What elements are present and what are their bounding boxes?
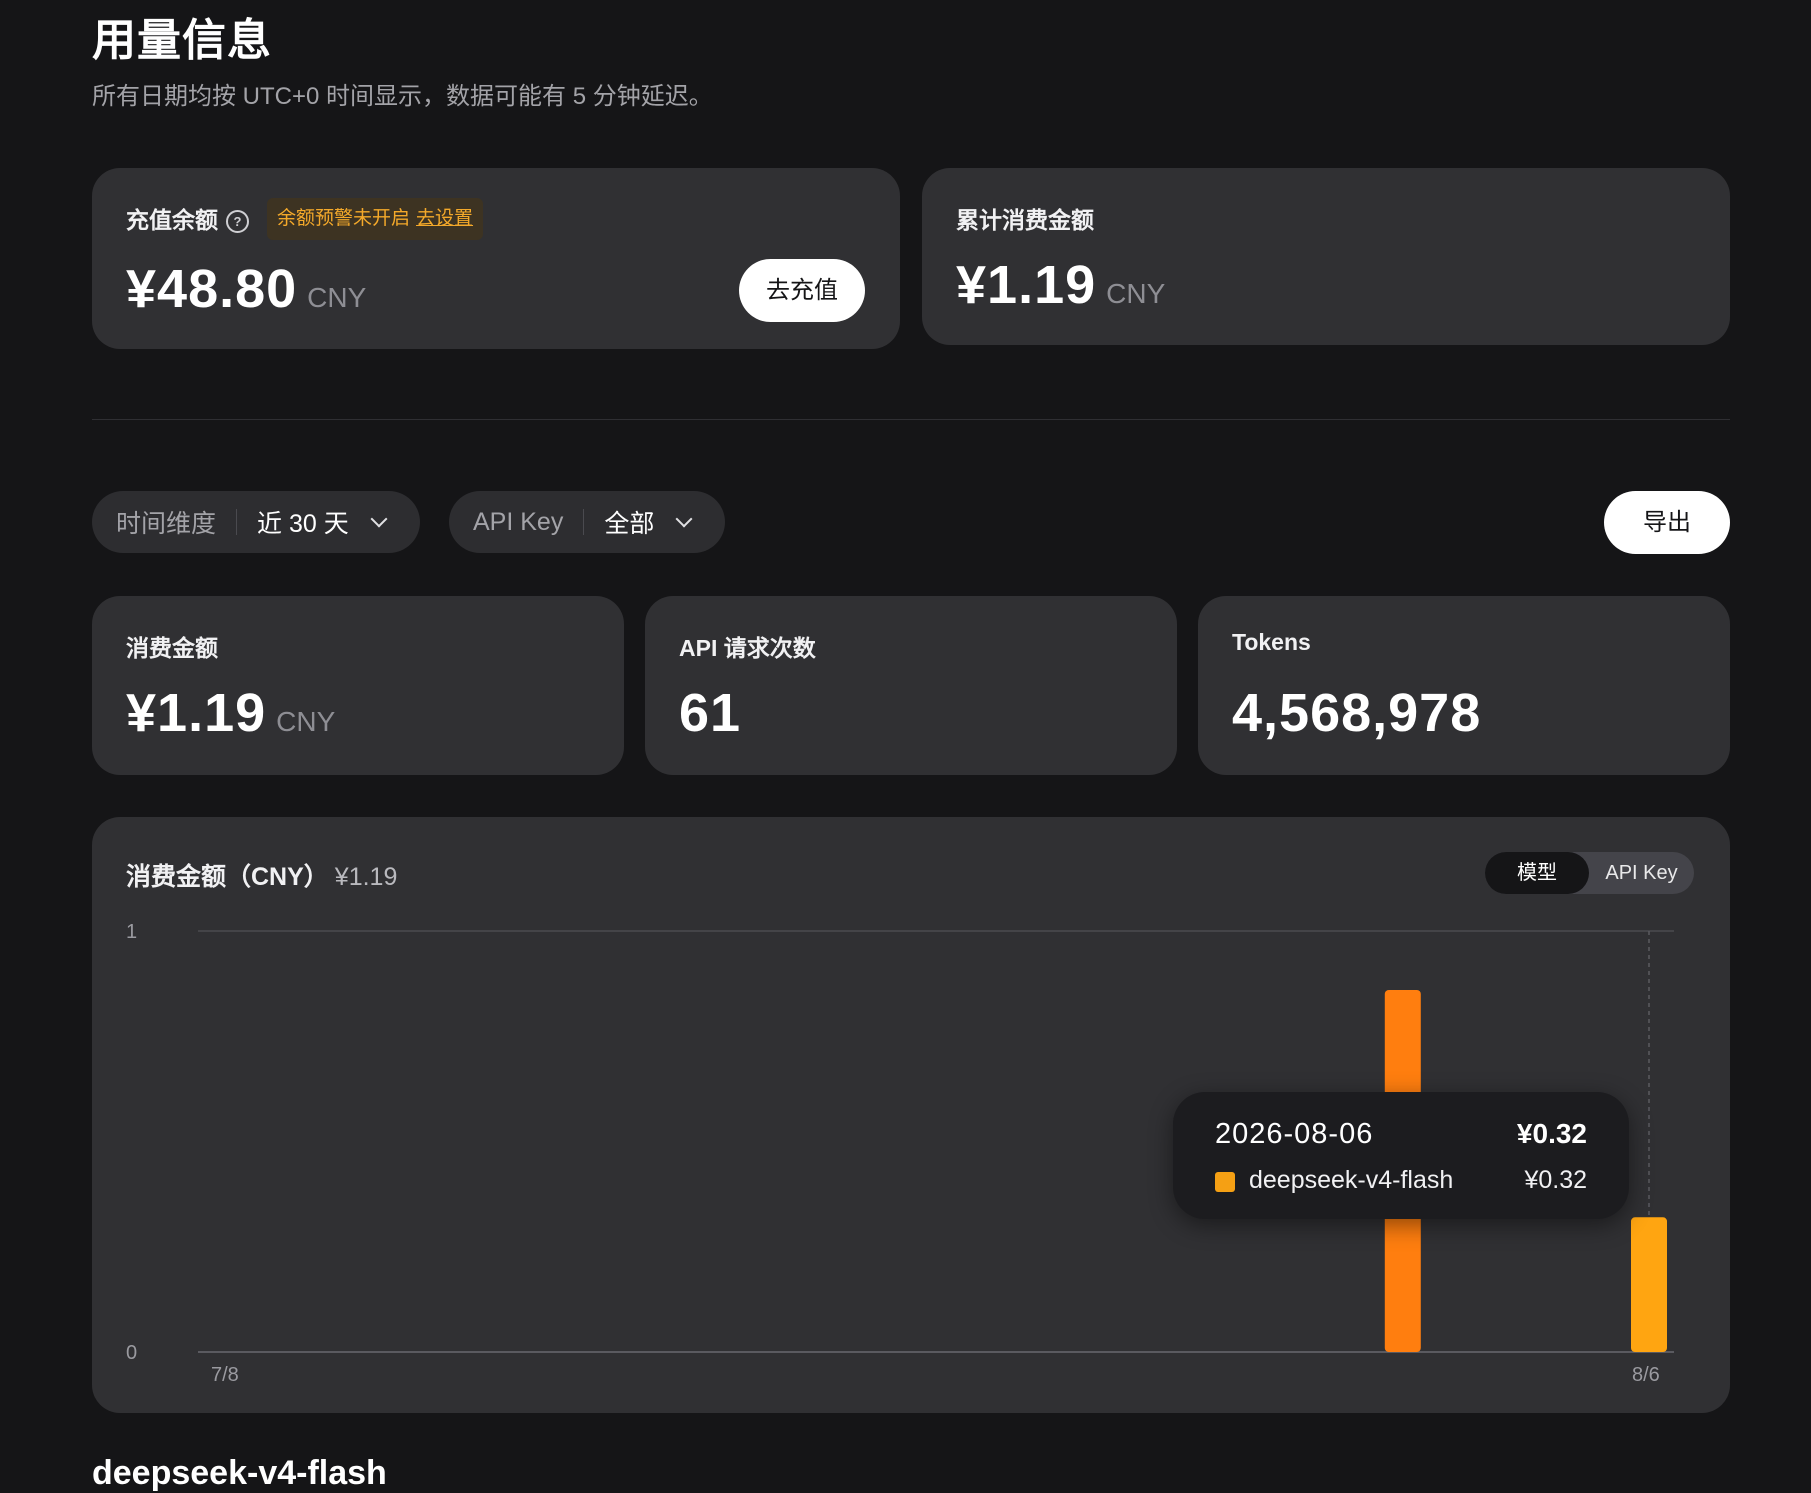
toggle-model-button[interactable]: 模型 [1485, 852, 1589, 894]
y-tick-label: 0 [126, 1342, 137, 1364]
spend-stat-card: 消费金额 ¥1.19 CNY [92, 596, 624, 775]
page-title: 用量信息 [92, 16, 272, 65]
page-subtitle: 所有日期均按 UTC+0 时间显示，数据可能有 5 分钟延迟。 [92, 83, 713, 110]
recharge-button[interactable]: 去充值 [739, 259, 865, 322]
warning-settings-link[interactable]: 去设置 [416, 208, 473, 229]
tooltip-series-value: ¥0.32 [1524, 1166, 1587, 1194]
total-spend-amount: ¥1.19 [956, 255, 1097, 315]
requests-stat-value: 61 [679, 683, 742, 743]
section-divider [92, 419, 1730, 420]
spend-stat-value: ¥1.19 [126, 683, 267, 743]
balance-label-row: 充值余额? [126, 201, 249, 235]
y-tick-label: 1 [126, 921, 137, 943]
chart-title-row: 消费金额（CNY） ¥1.19 [126, 857, 397, 893]
question-circle-icon[interactable]: ? [226, 210, 249, 233]
chart-group-toggle: 模型 API Key [1485, 852, 1694, 894]
time-range-select[interactable]: 时间维度 近 30 天 [92, 491, 420, 553]
api-key-filter-value: 全部 [604, 510, 655, 538]
chart-title: 消费金额（CNY） [126, 863, 329, 891]
filter-separator [236, 509, 238, 535]
requests-stat-label: API 请求次数 [679, 635, 816, 661]
tokens-stat-card: Tokens 4,568,978 [1198, 596, 1730, 775]
tooltip-series-swatch [1215, 1172, 1235, 1192]
tooltip-total: ¥0.32 [1516, 1118, 1587, 1149]
filter-separator [583, 509, 585, 535]
total-spend-card: 累计消费金额 ¥1.19 CNY [922, 168, 1730, 345]
spend-stat-unit: CNY [276, 706, 336, 737]
total-spend-amount-row: ¥1.19 CNY [956, 254, 1165, 316]
balance-warning-badge: 余额预警未开启 去设置 [267, 198, 484, 240]
export-button[interactable]: 导出 [1604, 491, 1730, 554]
spend-chart-card: 0 1 7/8 8/6 消费金额（CNY） ¥1.19 模型 API Key 2026-… [92, 817, 1730, 1413]
api-key-filter-label: API Key [473, 507, 564, 536]
chart-tooltip: 2026-08-06 ¥0.32 deepseek-v4-flash ¥0.32 [1173, 1092, 1629, 1219]
balance-amount-row: ¥48.80 CNY [126, 258, 366, 320]
chevron-down-icon [370, 510, 388, 528]
tokens-stat-label: Tokens [1232, 629, 1311, 655]
spend-stat-value-row: ¥1.19 CNY [126, 682, 335, 744]
balance-amount: ¥48.80 [126, 259, 298, 319]
requests-stat-card: API 请求次数 61 [645, 596, 1177, 775]
x-tick-label: 8/6 [1632, 1364, 1660, 1386]
toggle-api-key-button[interactable]: API Key [1589, 852, 1694, 894]
time-range-label: 时间维度 [116, 510, 217, 538]
warning-text: 余额预警未开启 [277, 208, 411, 229]
chart-total: ¥1.19 [334, 863, 398, 891]
total-spend-unit: CNY [1106, 278, 1166, 309]
balance-label: 充值余额 [126, 207, 218, 233]
total-spend-label: 累计消费金额 [956, 207, 1094, 233]
tooltip-series-name: deepseek-v4-flash [1249, 1166, 1454, 1194]
tooltip-date: 2026-08-06 [1215, 1118, 1374, 1150]
chart-bar [1631, 1217, 1667, 1352]
balance-unit: CNY [307, 282, 367, 313]
spend-stat-label: 消费金额 [126, 635, 218, 661]
tokens-stat-value: 4,568,978 [1232, 683, 1482, 743]
x-tick-label: 7/8 [211, 1364, 239, 1386]
balance-card: 充值余额? 余额预警未开启 去设置 ¥48.80 CNY 去充值 [92, 168, 900, 349]
api-key-select[interactable]: API Key 全部 [449, 491, 725, 553]
time-range-value: 近 30 天 [257, 510, 349, 538]
model-section-heading: deepseek-v4-flash [92, 1454, 387, 1492]
chevron-down-icon [675, 510, 693, 528]
